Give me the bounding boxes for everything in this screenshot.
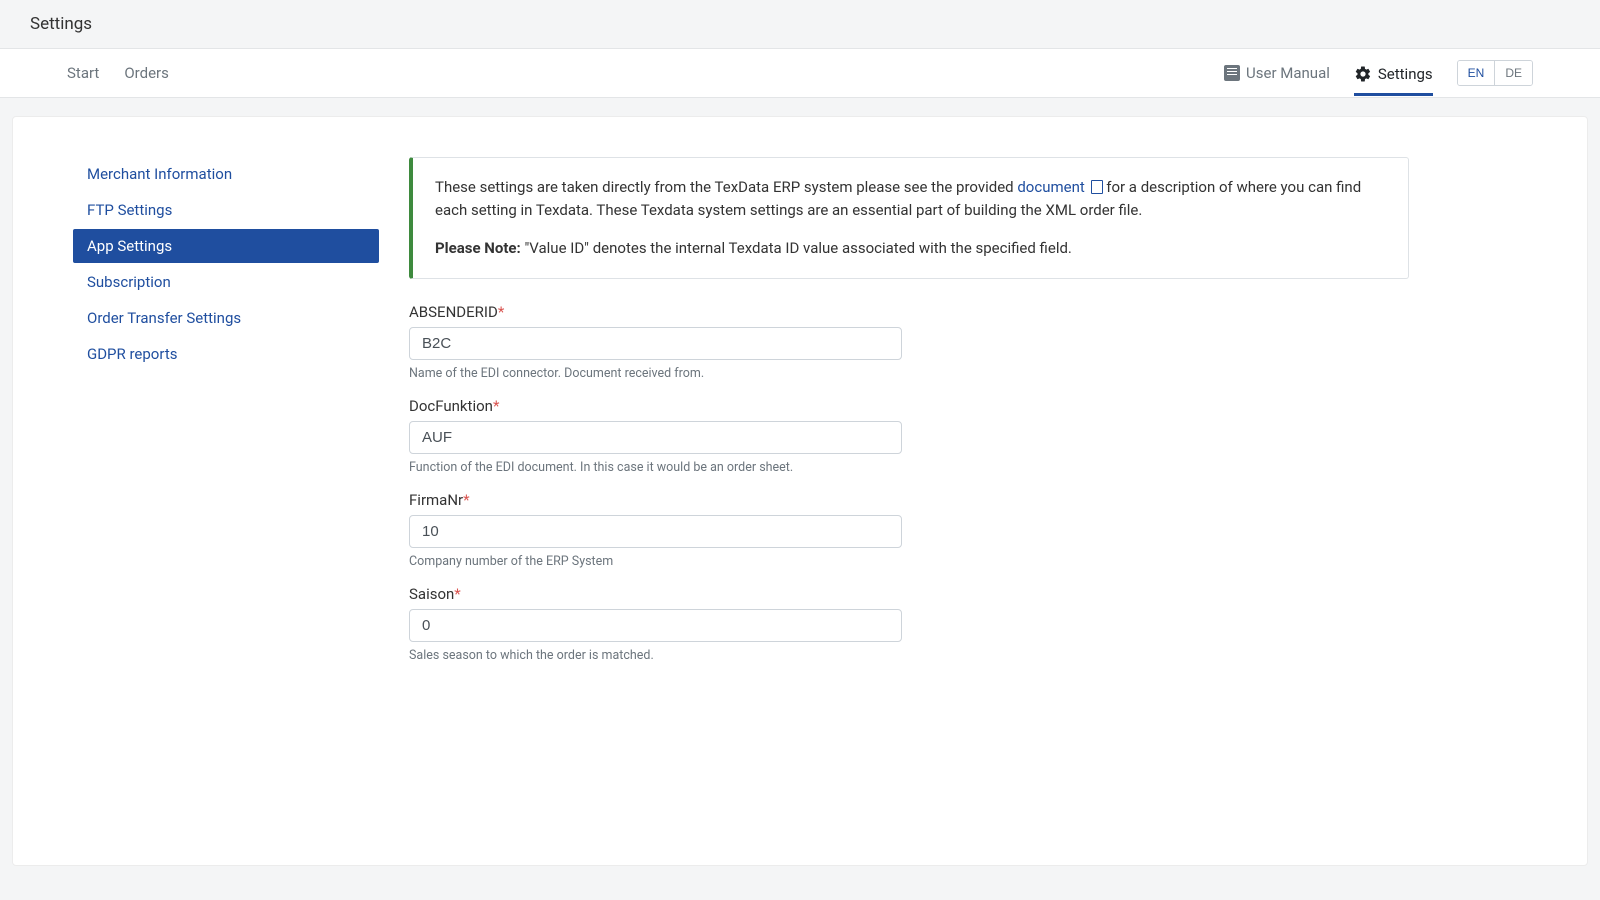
- help-docfunktion: Function of the EDI document. In this ca…: [409, 460, 1409, 475]
- lang-en-button[interactable]: EN: [1458, 61, 1496, 85]
- info-box: These settings are taken directly from t…: [409, 157, 1409, 279]
- form-group-docfunktion: DocFunktion* Function of the EDI documen…: [409, 397, 1409, 475]
- sidebar-item-order-transfer-settings[interactable]: Order Transfer Settings: [73, 301, 379, 335]
- label-saison-text: Saison: [409, 585, 454, 603]
- sidebar: Merchant Information FTP Settings App Se…: [73, 157, 379, 825]
- input-absenderid[interactable]: [409, 327, 902, 360]
- nav-settings[interactable]: Settings: [1354, 65, 1433, 96]
- help-absenderid: Name of the EDI connector. Document rece…: [409, 366, 1409, 381]
- sidebar-item-merchant-information[interactable]: Merchant Information: [73, 157, 379, 191]
- info-note: Please Note: "Value ID" denotes the inte…: [435, 237, 1386, 260]
- gear-icon: [1354, 65, 1372, 83]
- required-mark: *: [498, 303, 504, 321]
- sidebar-item-app-settings[interactable]: App Settings: [73, 229, 379, 263]
- book-icon: [1224, 65, 1240, 81]
- sidebar-item-gdpr-reports[interactable]: GDPR reports: [73, 337, 379, 371]
- label-docfunktion-text: DocFunktion: [409, 397, 493, 415]
- page-title: Settings: [30, 14, 1570, 34]
- help-saison: Sales season to which the order is match…: [409, 648, 1409, 663]
- required-mark: *: [454, 585, 460, 603]
- info-note-bold: Please Note:: [435, 239, 521, 257]
- pdf-icon: [1091, 180, 1103, 194]
- document-link[interactable]: document: [1017, 178, 1102, 196]
- input-docfunktion[interactable]: [409, 421, 902, 454]
- label-saison: Saison*: [409, 585, 1409, 603]
- nav-user-manual[interactable]: User Manual: [1224, 64, 1330, 82]
- info-text: These settings are taken directly from t…: [435, 176, 1386, 223]
- info-text-part1: These settings are taken directly from t…: [435, 178, 1017, 196]
- nav-left: Start Orders: [67, 64, 169, 82]
- label-firmanr: FirmaNr*: [409, 491, 1409, 509]
- label-firmanr-text: FirmaNr: [409, 491, 463, 509]
- sidebar-item-subscription[interactable]: Subscription: [73, 265, 379, 299]
- nav-start[interactable]: Start: [67, 64, 99, 82]
- label-absenderid-text: ABSENDERID: [409, 303, 498, 321]
- lang-switch: EN DE: [1457, 60, 1533, 86]
- input-saison[interactable]: [409, 609, 902, 642]
- form-group-absenderid: ABSENDERID* Name of the EDI connector. D…: [409, 303, 1409, 381]
- nav-right: User Manual Settings EN DE: [1224, 60, 1533, 86]
- info-note-rest: "Value ID" denotes the internal Texdata …: [521, 239, 1072, 257]
- main-content: These settings are taken directly from t…: [409, 157, 1409, 825]
- sidebar-item-ftp-settings[interactable]: FTP Settings: [73, 193, 379, 227]
- label-docfunktion: DocFunktion*: [409, 397, 1409, 415]
- document-link-label: document: [1017, 178, 1084, 196]
- navbar: Start Orders User Manual Settings EN DE: [0, 49, 1600, 98]
- input-firmanr[interactable]: [409, 515, 902, 548]
- nav-settings-label: Settings: [1378, 65, 1433, 83]
- top-header: Settings: [0, 0, 1600, 49]
- nav-user-manual-label: User Manual: [1246, 64, 1330, 82]
- required-mark: *: [493, 397, 499, 415]
- help-firmanr: Company number of the ERP System: [409, 554, 1409, 569]
- lang-de-button[interactable]: DE: [1495, 61, 1532, 85]
- form-group-firmanr: FirmaNr* Company number of the ERP Syste…: [409, 491, 1409, 569]
- label-absenderid: ABSENDERID*: [409, 303, 1409, 321]
- nav-orders[interactable]: Orders: [124, 64, 169, 82]
- form-group-saison: Saison* Sales season to which the order …: [409, 585, 1409, 663]
- content-card: Merchant Information FTP Settings App Se…: [12, 116, 1588, 866]
- required-mark: *: [463, 491, 469, 509]
